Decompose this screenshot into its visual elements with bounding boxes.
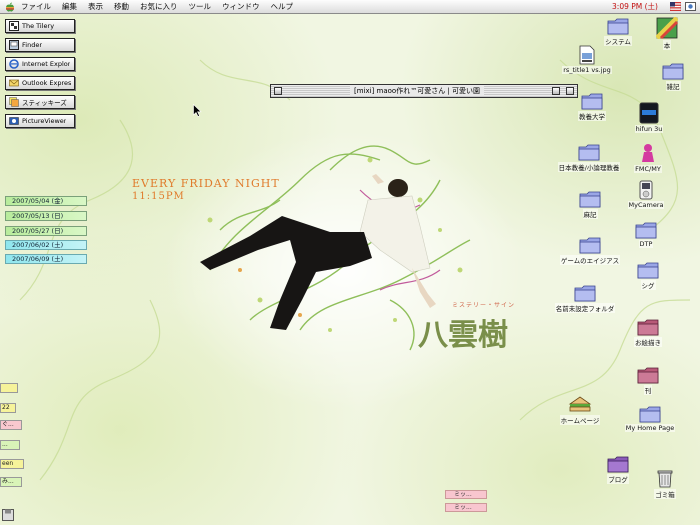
- folder-icon: [581, 93, 603, 110]
- pink-character-icon: [642, 144, 654, 162]
- folder-icon: [637, 367, 659, 384]
- desktop-icon-dtp[interactable]: DTP: [632, 221, 660, 248]
- launcher-outlook-express[interactable]: Outlook Expres: [5, 76, 75, 90]
- desktop-icon-my-home-page[interactable]: My Home Page: [622, 405, 678, 432]
- launcher-finder[interactable]: Finder: [5, 38, 75, 52]
- stickies-icon: [9, 97, 19, 107]
- desktop-icon-kan[interactable]: 刊: [636, 366, 660, 395]
- date-strip[interactable]: 2007/06/02 (土): [5, 240, 87, 250]
- window-close-box[interactable]: [274, 87, 282, 95]
- disk-icon[interactable]: [2, 509, 14, 521]
- wallpaper-time: 11:15PM: [132, 191, 185, 202]
- menu-help[interactable]: ヘルプ: [271, 1, 294, 12]
- menu-file[interactable]: ファイル: [21, 1, 51, 12]
- launcher-label: Internet Explor: [22, 60, 71, 68]
- desktop-icon-shig[interactable]: シグ: [634, 261, 662, 290]
- desktop-icon-misc[interactable]: 雑記: [656, 62, 690, 91]
- desktop-icon-homepage[interactable]: ホームページ: [555, 394, 605, 425]
- sticky-tab[interactable]: ぐ...: [0, 420, 22, 430]
- folder-icon: [639, 406, 661, 423]
- folder-icon: [637, 319, 659, 336]
- tilery-icon: [9, 21, 19, 31]
- launcher-label: スティッキーズ: [22, 99, 67, 107]
- desktop-icon-jpg-file[interactable]: rs_title1 vs.jpg: [557, 45, 617, 74]
- menu-clock[interactable]: 3:09 PM (土): [612, 1, 658, 12]
- desktop-icon-blog[interactable]: ブログ: [604, 455, 632, 484]
- desktop-icon-asami[interactable]: 麻記: [570, 190, 610, 219]
- window-title[interactable]: [mixi] maoo作れ™可愛さん | 可愛い園: [349, 86, 485, 96]
- trash-icon: [657, 470, 673, 488]
- jpeg-document-icon: [579, 45, 595, 65]
- folder-icon: [574, 285, 596, 302]
- wallpaper-subtitle: ミステリー・サイン: [452, 302, 516, 309]
- desktop-icon-system[interactable]: システム: [590, 17, 646, 46]
- internet-explorer-icon: [9, 59, 19, 69]
- flag-icon[interactable]: [670, 2, 681, 11]
- folder-icon: [579, 237, 601, 254]
- desktop-icon-trash[interactable]: ゴミ箱: [650, 468, 680, 499]
- launcher-stickies[interactable]: スティッキーズ: [5, 95, 75, 109]
- menu-edit[interactable]: 編集: [62, 1, 77, 12]
- menu-bar: ファイル 編集 表示 移動 お気に入り ツール ウィンドウ ヘルプ 3:09 P…: [0, 0, 700, 14]
- application-switcher-icon[interactable]: [685, 2, 696, 11]
- wallpaper-logo-text: 八雲樹: [418, 318, 508, 353]
- launcher-picture-viewer[interactable]: PictureViewer: [5, 114, 75, 128]
- menu-window[interactable]: ウィンドウ: [222, 1, 260, 12]
- sticky-tab[interactable]: 22: [0, 403, 16, 413]
- color-book-icon: [656, 17, 678, 39]
- menu-favorites[interactable]: お気に入り: [140, 1, 178, 12]
- folder-icon: [635, 222, 657, 239]
- menu-extras: 3:09 PM (土): [612, 0, 696, 13]
- bottom-sticky-tab[interactable]: ミッ...: [445, 490, 487, 499]
- launcher-label: Outlook Expres: [22, 79, 72, 87]
- sticky-tab[interactable]: ...: [0, 440, 20, 450]
- desktop-icon-hifun[interactable]: hifun 3u: [630, 102, 668, 133]
- sticky-tab[interactable]: み...: [0, 477, 22, 487]
- desktop-icon-drawings[interactable]: お絵描き: [630, 318, 666, 347]
- menu-go[interactable]: 移動: [114, 1, 129, 12]
- launcher-tilery[interactable]: The Tilery: [5, 19, 75, 33]
- menu-tools[interactable]: ツール: [189, 1, 212, 12]
- launcher-label: The Tilery: [22, 22, 55, 30]
- folder-icon: [579, 191, 601, 208]
- desktop-icon-game[interactable]: ゲームのエイジアス: [556, 236, 624, 265]
- date-strip[interactable]: 2007/05/27 (日): [5, 226, 87, 236]
- sandwich-icon: [568, 396, 592, 412]
- sticky-tab[interactable]: [0, 383, 18, 393]
- folder-icon: [662, 63, 684, 80]
- launcher-label: Finder: [22, 41, 42, 49]
- date-strip[interactable]: 2007/06/09 (土): [5, 254, 87, 264]
- collapsed-browser-window[interactable]: [mixi] maoo作れ™可愛さん | 可愛い園: [270, 84, 578, 98]
- folder-icon: [607, 18, 629, 35]
- folder-icon: [578, 144, 600, 161]
- outlook-express-icon: [9, 79, 19, 87]
- desktop-icon-unsorted-folder[interactable]: 名前未設定フォルダ: [548, 284, 622, 313]
- folder-icon: [607, 456, 629, 473]
- window-zoom-box[interactable]: [552, 87, 560, 95]
- picture-viewer-icon: [9, 117, 19, 125]
- hifun-app-icon: [639, 102, 659, 124]
- desktop-icon-mycamera[interactable]: MyCamera: [625, 180, 667, 209]
- desktop-icon-books[interactable]: 本: [652, 17, 682, 50]
- wallpaper-headline: EVERY FRIDAY NIGHT: [132, 177, 280, 190]
- ipod-icon: [639, 180, 653, 200]
- desktop-icon-edu[interactable]: 教養大学: [570, 92, 614, 121]
- date-strip[interactable]: 2007/05/13 (日): [5, 211, 87, 221]
- finder-icon: [9, 40, 19, 50]
- folder-icon: [637, 262, 659, 279]
- desktop-background: EVERY FRIDAY NIGHT 11:15PM ミステリー・サイン 八雲樹…: [0, 0, 700, 525]
- apple-menu-icon[interactable]: [5, 2, 15, 12]
- launcher-internet-explorer[interactable]: Internet Explor: [5, 57, 75, 71]
- mouse-pointer-icon: [193, 104, 202, 117]
- date-strip[interactable]: 2007/05/04 (金): [5, 196, 87, 206]
- desktop-icon-japan[interactable]: 日本教養/小論理教養: [552, 143, 626, 172]
- bottom-sticky-tab[interactable]: ミッ...: [445, 503, 487, 512]
- launcher-label: PictureViewer: [22, 117, 67, 125]
- sticky-tab[interactable]: een: [0, 459, 24, 469]
- desktop-icon-fmc[interactable]: FMC/MY: [630, 142, 666, 173]
- menu-view[interactable]: 表示: [88, 1, 103, 12]
